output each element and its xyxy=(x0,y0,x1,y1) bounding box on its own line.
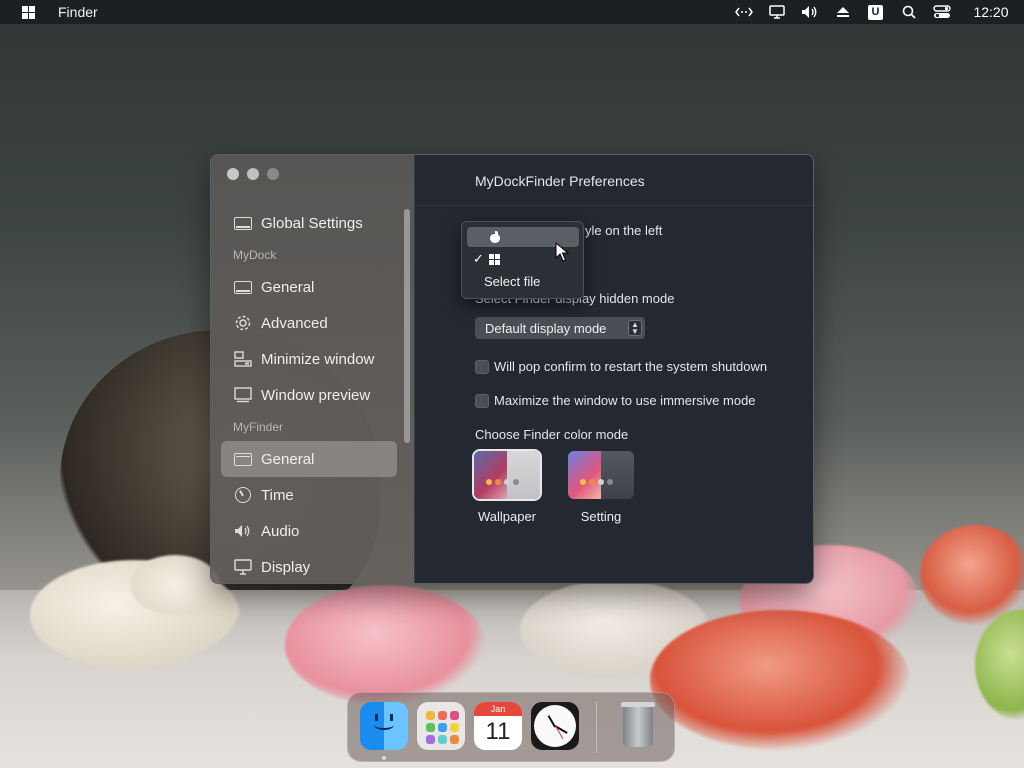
speaker-icon xyxy=(233,523,253,539)
display-icon xyxy=(233,215,253,231)
u-app-icon[interactable]: U xyxy=(859,0,892,24)
launchpad-tile xyxy=(438,723,447,732)
style-option-label: yle on the left xyxy=(585,223,663,238)
active-app-name[interactable]: Finder xyxy=(58,4,98,20)
wallpaper-blob xyxy=(285,585,485,705)
color-mode-setting-label: Setting xyxy=(580,509,622,524)
trash-icon[interactable] xyxy=(614,699,662,751)
color-mode-label: Choose Finder color mode xyxy=(475,427,629,442)
wallpaper-blob xyxy=(650,610,910,750)
launchpad-tile xyxy=(438,711,447,720)
sidebar-item-label: Window preview xyxy=(261,386,371,404)
preferences-sidebar: Global Settings MyDock General Advanced … xyxy=(211,155,415,583)
sidebar-item-label: Display xyxy=(261,558,311,576)
launchpad-tile xyxy=(450,735,459,744)
color-mode-wallpaper-label: Wallpaper xyxy=(477,509,537,524)
hidden-mode-select[interactable]: Default display mode ▲ ▼ xyxy=(475,317,645,339)
wallpaper-blob xyxy=(920,525,1024,625)
immersive-mode-checkbox[interactable]: Maximize the window to use immersive mod… xyxy=(475,393,756,408)
sidebar-item-label: Time xyxy=(261,486,294,504)
sidebar-item-audio[interactable]: Audio xyxy=(221,513,397,549)
color-mode-wallpaper-thumb[interactable] xyxy=(472,449,542,501)
windows-start-icon[interactable] xyxy=(22,6,35,19)
sidebar-scrollbar[interactable] xyxy=(404,209,410,443)
sidebar-item-global-settings[interactable]: Global Settings xyxy=(221,205,397,241)
checkbox-label: Will pop confirm to restart the system s… xyxy=(494,359,768,374)
sidebar-section-mydock: MyDock xyxy=(233,248,277,262)
minimize-button[interactable] xyxy=(247,168,259,180)
launchpad-tile xyxy=(438,735,447,744)
restart-confirm-checkbox[interactable]: Will pop confirm to restart the system s… xyxy=(475,359,767,374)
sidebar-section-myfinder: MyFinder xyxy=(233,420,284,434)
title-divider xyxy=(415,205,813,206)
sidebar-item-minimize-window[interactable]: Minimize window xyxy=(221,341,397,377)
window-preview-icon xyxy=(233,387,253,403)
launchpad-tile xyxy=(426,711,435,720)
control-center-icon[interactable] xyxy=(925,0,958,24)
launchpad-tile xyxy=(450,723,459,732)
dock: Jan 11 xyxy=(347,692,675,762)
calendar-icon[interactable]: Jan 11 xyxy=(474,702,522,750)
menu-bar-icon xyxy=(233,451,253,467)
minimize-window-icon xyxy=(233,351,253,367)
sidebar-item-label: General xyxy=(261,450,315,468)
sidebar-item-label: Advanced xyxy=(261,314,328,332)
close-button[interactable] xyxy=(227,168,239,180)
sidebar-item-display[interactable]: Display xyxy=(221,549,397,583)
launchpad-icon[interactable] xyxy=(417,702,465,750)
sidebar-item-mydock-general[interactable]: General xyxy=(221,269,397,305)
zoom-button[interactable] xyxy=(267,168,279,180)
window-title: MyDockFinder Preferences xyxy=(475,173,645,189)
clock-icon xyxy=(233,487,253,503)
volume-icon[interactable] xyxy=(793,0,826,24)
system-tray: U 12:20 xyxy=(727,0,1024,24)
sidebar-item-myfinder-general[interactable]: General xyxy=(221,441,397,477)
eject-icon[interactable] xyxy=(826,0,859,24)
clock-icon[interactable] xyxy=(531,702,579,750)
apple-icon xyxy=(489,231,501,243)
wallpaper-blob xyxy=(130,555,220,615)
windows-icon xyxy=(489,253,500,265)
preferences-window: Global Settings MyDock General Advanced … xyxy=(210,154,814,584)
color-mode-setting-thumb[interactable] xyxy=(568,451,634,499)
finder-icon[interactable] xyxy=(360,702,408,750)
menu-bar: Finder U 12:20 xyxy=(0,0,1024,24)
sidebar-item-time[interactable]: Time xyxy=(221,477,397,513)
checkbox-box[interactable] xyxy=(475,393,489,408)
gear-icon xyxy=(233,315,253,331)
search-icon[interactable] xyxy=(892,0,925,24)
sidebar-item-label: General xyxy=(261,278,315,296)
dropdown-option-select-file[interactable]: Select file xyxy=(467,271,579,291)
monitor-icon xyxy=(233,559,253,575)
menubar-clock[interactable]: 12:20 xyxy=(958,0,1024,24)
running-indicator xyxy=(382,756,386,760)
dock-icon xyxy=(233,279,253,295)
remote-desktop-icon[interactable] xyxy=(727,0,760,24)
dock-separator xyxy=(596,701,597,753)
sidebar-item-label: Global Settings xyxy=(261,214,363,232)
preferences-content: MyDockFinder Preferences yle on the left… xyxy=(415,155,813,583)
sidebar-item-advanced[interactable]: Advanced xyxy=(221,305,397,341)
checkbox-box[interactable] xyxy=(475,359,489,374)
checkbox-label: Maximize the window to use immersive mod… xyxy=(494,393,756,408)
chevron-updown-icon: ▲ ▼ xyxy=(628,320,642,336)
calendar-month: Jan xyxy=(474,702,522,716)
dropdown-option-label: Select file xyxy=(484,273,541,289)
sidebar-item-label: Audio xyxy=(261,522,300,540)
sidebar-item-label: Minimize window xyxy=(261,350,375,368)
sidebar-item-window-preview[interactable]: Window preview xyxy=(221,377,397,413)
launchpad-tile xyxy=(426,723,435,732)
launchpad-tile xyxy=(426,735,435,744)
window-controls xyxy=(227,168,279,180)
checkmark-icon: ✓ xyxy=(473,251,484,266)
hidden-mode-value: Default display mode xyxy=(485,320,607,336)
mouse-cursor-icon xyxy=(555,242,569,262)
launchpad-tile xyxy=(450,711,459,720)
calendar-day: 11 xyxy=(485,718,511,745)
display-icon[interactable] xyxy=(760,0,793,24)
